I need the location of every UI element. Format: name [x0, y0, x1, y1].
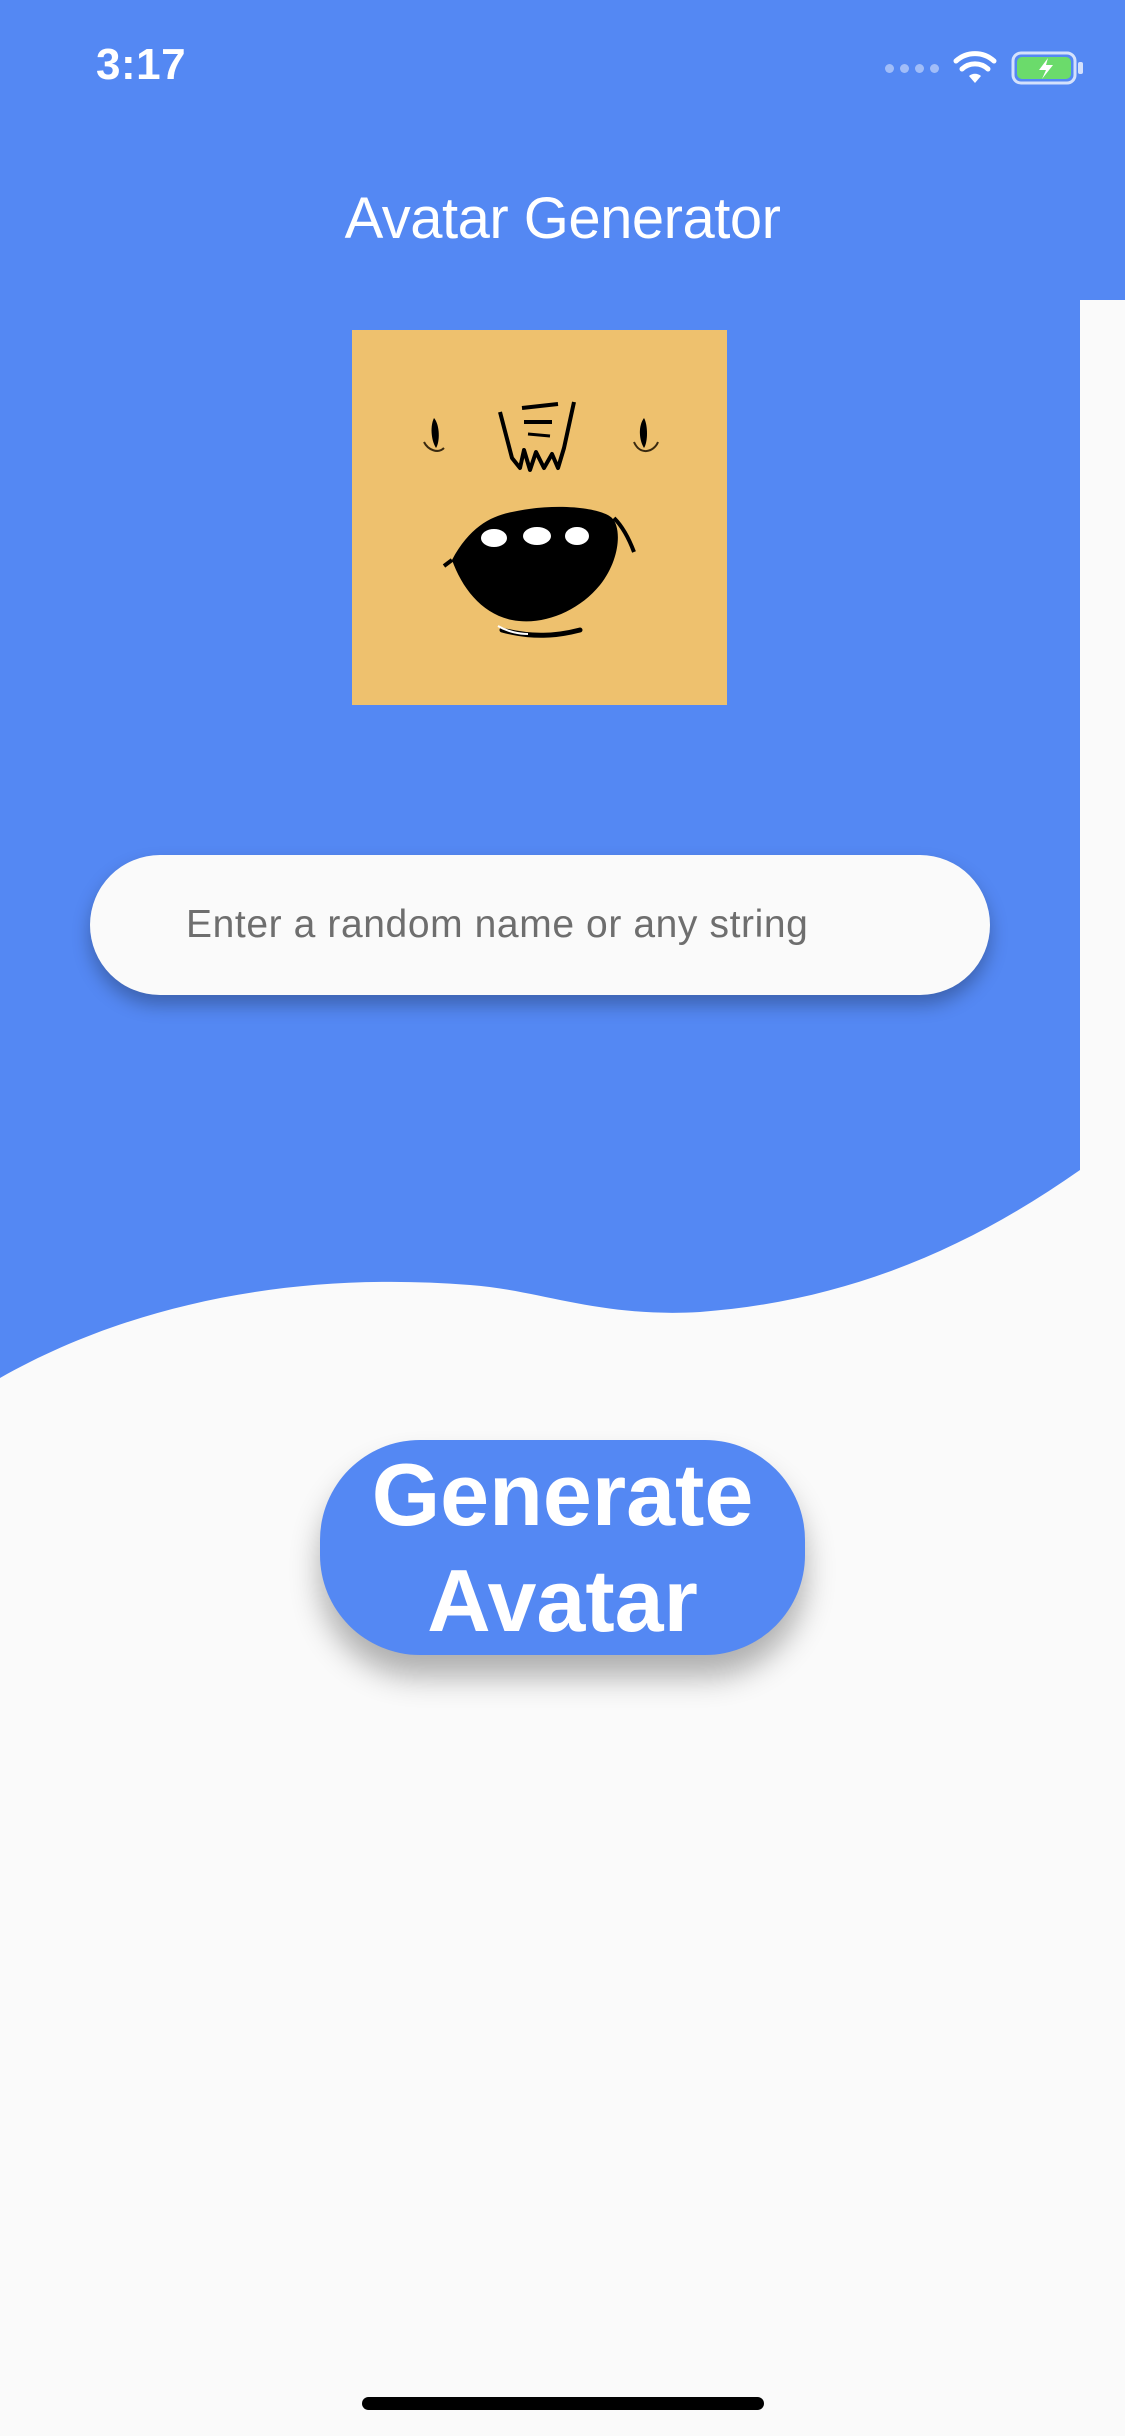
status-icons [885, 50, 1085, 86]
app-screen: 3:17 Avatar Generator Enter a random nam… [0, 0, 1125, 2436]
avatar-image [352, 330, 727, 705]
app-title: Avatar Generator [344, 186, 781, 251]
battery-charging-icon [1011, 51, 1083, 85]
name-input-container [90, 855, 990, 995]
generate-avatar-button[interactable]: Generate Avatar [320, 1440, 805, 1655]
status-time: 3:17 [96, 40, 187, 89]
home-indicator[interactable] [362, 2397, 764, 2410]
name-input[interactable] [186, 855, 946, 995]
avatar-face-icon [423, 401, 659, 638]
generate-button-label-line2: Avatar [427, 1550, 698, 1650]
cellular-signal-icon [885, 63, 939, 73]
wifi-icon [953, 51, 997, 83]
generate-button-label-line1: Generate [371, 1444, 754, 1544]
